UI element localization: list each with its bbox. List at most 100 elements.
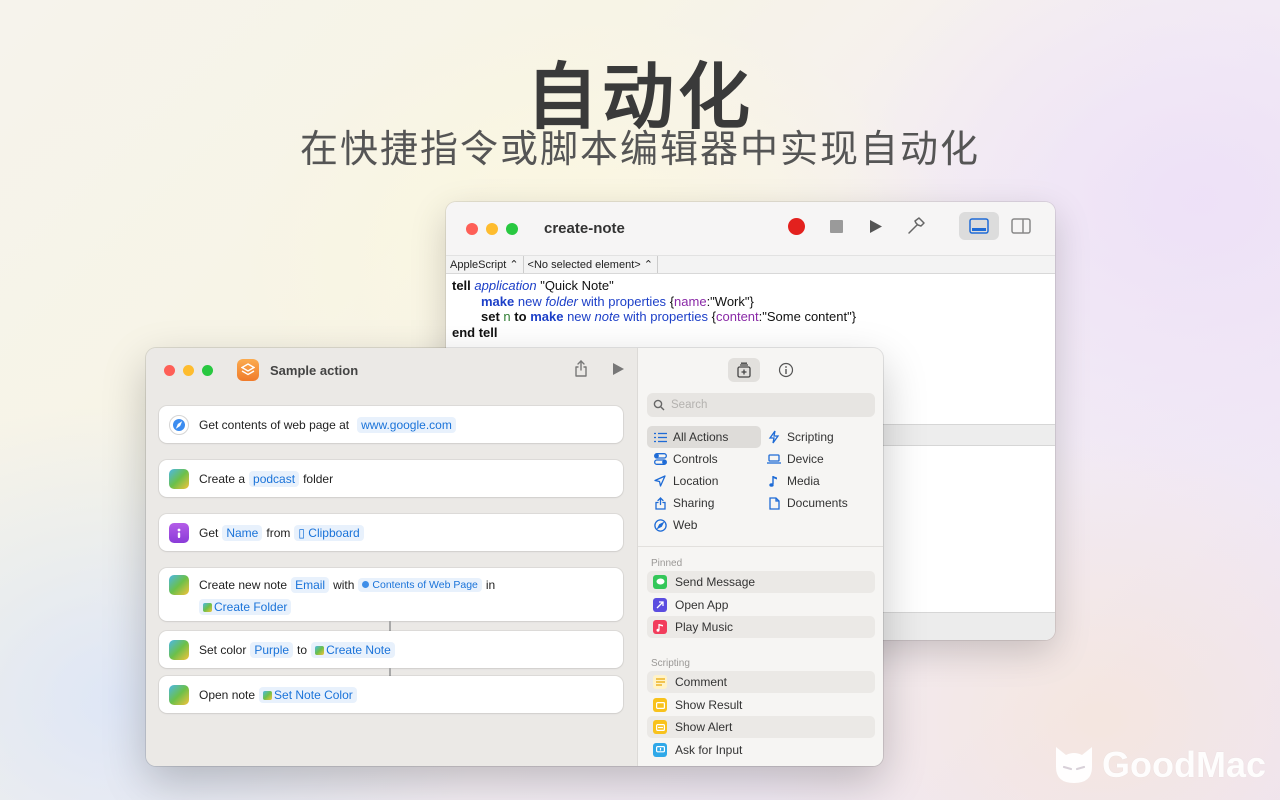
comment-icon xyxy=(653,675,667,689)
scripting-icon xyxy=(767,430,781,444)
action-set-color[interactable]: Set color Purple to Create Note xyxy=(159,631,623,668)
category-sharing[interactable]: Sharing xyxy=(647,492,761,514)
info-icon xyxy=(778,362,794,378)
get-details-icon xyxy=(169,522,189,543)
shortcuts-titlebar: Sample action xyxy=(146,348,637,392)
minimize-button[interactable] xyxy=(183,364,194,376)
side-pane-button[interactable] xyxy=(1001,212,1041,240)
shortcut-icon[interactable] xyxy=(237,359,259,381)
code-line: end tell xyxy=(452,324,498,340)
pinned-header: Pinned xyxy=(651,558,683,569)
run-icon xyxy=(870,219,882,233)
category-media[interactable]: Media xyxy=(761,470,875,492)
variable-dot-icon xyxy=(362,581,370,588)
script-toolbar xyxy=(785,212,1041,240)
create-note-token[interactable]: Create Note xyxy=(311,641,395,658)
record-icon xyxy=(787,217,805,235)
shortcut-toolbar xyxy=(574,360,625,377)
share-icon xyxy=(653,496,667,510)
zoom-button[interactable] xyxy=(202,364,213,376)
share-icon[interactable] xyxy=(574,360,588,377)
notes-app-icon xyxy=(169,468,189,489)
scripting-ask-for-input[interactable]: Ask for Input xyxy=(647,739,875,761)
window-controls xyxy=(164,364,213,376)
run-button[interactable] xyxy=(865,215,887,237)
scripting-show-alert[interactable]: Show Alert xyxy=(647,716,875,738)
action-get-name[interactable]: Get Name from ▯ Clipboard xyxy=(159,514,623,551)
library-tab[interactable] xyxy=(728,358,760,382)
minimize-button[interactable] xyxy=(486,222,498,235)
run-icon[interactable] xyxy=(612,362,625,376)
action-connector xyxy=(389,668,391,676)
music-app-icon xyxy=(653,620,667,634)
set-note-color-token[interactable]: Set Note Color xyxy=(259,686,357,703)
category-all-actions[interactable]: All Actions xyxy=(647,426,761,448)
scripting-show-result[interactable]: Show Result xyxy=(647,694,875,716)
element-selector[interactable]: <No selected element> ⌃ xyxy=(524,256,658,273)
view-toggle xyxy=(959,212,1041,240)
document-icon xyxy=(767,496,781,510)
compass-icon xyxy=(653,518,667,532)
pinned-play-music[interactable]: Play Music xyxy=(647,616,875,638)
shortcut-editor: Sample action Get contents of web page a… xyxy=(146,348,637,766)
action-create-folder[interactable]: Create a podcast folder xyxy=(159,460,623,497)
notes-mini-icon xyxy=(263,690,273,700)
clipboard-icon: ▯ xyxy=(298,525,309,540)
language-selector[interactable]: AppleScript ⌃ xyxy=(446,256,524,273)
category-device[interactable]: Device xyxy=(761,448,875,470)
bottom-pane-icon xyxy=(969,218,989,234)
create-folder-token[interactable]: Create Folder xyxy=(199,599,292,615)
watermark-text: GoodMac xyxy=(1101,744,1266,785)
action-create-note[interactable]: Create new note Email with Contents of W… xyxy=(159,568,623,621)
action-get-web-contents[interactable]: Get contents of web page at www.google.c… xyxy=(159,406,623,443)
show-alert-icon xyxy=(653,720,667,734)
bottom-pane-button[interactable] xyxy=(959,212,999,240)
list-icon xyxy=(653,430,667,444)
show-result-icon xyxy=(653,698,667,712)
code-line: set n to make new note with properties {… xyxy=(481,309,857,324)
notes-app-icon xyxy=(169,684,189,705)
category-controls[interactable]: Controls xyxy=(647,448,761,470)
watermark: GoodMac xyxy=(1052,744,1266,786)
stop-button[interactable] xyxy=(825,215,847,237)
toggle-icon xyxy=(653,452,667,466)
web-contents-token[interactable]: Contents of Web Page xyxy=(358,578,482,592)
shortcuts-window: Sample action Get contents of web page a… xyxy=(146,348,883,766)
close-button[interactable] xyxy=(164,364,175,376)
ask-input-icon xyxy=(653,743,667,757)
stop-icon xyxy=(829,219,843,233)
details-tab[interactable] xyxy=(770,358,802,382)
side-pane-icon xyxy=(1011,218,1031,234)
search-input[interactable]: Search xyxy=(647,393,875,417)
color-token[interactable]: Purple xyxy=(250,641,294,658)
compile-button[interactable] xyxy=(905,215,927,237)
folder-name-token[interactable]: podcast xyxy=(249,470,300,487)
music-note-icon xyxy=(767,474,781,488)
action-connector xyxy=(389,621,391,631)
category-scripting[interactable]: Scripting xyxy=(761,426,875,448)
action-library-icon xyxy=(737,362,751,378)
notes-app-icon xyxy=(169,575,189,595)
clipboard-token[interactable]: ▯ Clipboard xyxy=(294,524,364,541)
name-token[interactable]: Name xyxy=(222,524,263,541)
category-documents[interactable]: Documents xyxy=(761,492,875,514)
sidebar-divider xyxy=(638,546,883,547)
close-button[interactable] xyxy=(466,222,478,235)
code-line: tell application "Quick Note" xyxy=(452,278,614,293)
location-arrow-icon xyxy=(653,474,667,488)
zoom-button[interactable] xyxy=(506,222,518,235)
shortcut-title[interactable]: Sample action xyxy=(270,363,358,378)
category-web[interactable]: Web xyxy=(647,514,761,536)
pinned-send-message[interactable]: Send Message xyxy=(647,571,875,593)
sidebar-tabs xyxy=(728,358,802,382)
email-token[interactable]: Email xyxy=(291,577,330,593)
scripting-comment[interactable]: Comment xyxy=(647,671,875,693)
pinned-open-app[interactable]: Open App xyxy=(647,594,875,616)
action-open-note[interactable]: Open note Set Note Color xyxy=(159,676,623,713)
messages-icon xyxy=(653,575,667,589)
record-button[interactable] xyxy=(785,215,807,237)
scripting-header: Scripting xyxy=(651,658,690,669)
cat-logo-icon xyxy=(1055,747,1092,783)
url-token[interactable]: www.google.com xyxy=(357,416,456,433)
category-location[interactable]: Location xyxy=(647,470,761,492)
